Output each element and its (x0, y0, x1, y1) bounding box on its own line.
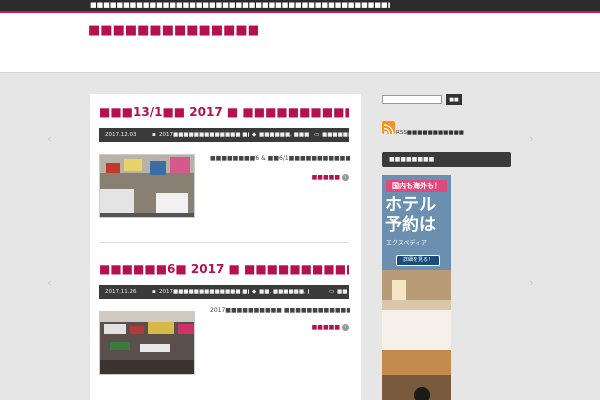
post-meta: 2017.11.26 ▪ 2017■■■■■■■■■■■■■ ■■■■■■■■■… (99, 285, 349, 299)
prev-arrow-icon-2[interactable]: ‹ (47, 276, 52, 290)
read-more-label: ■■■■■ (311, 174, 340, 181)
post-category[interactable]: 2017■■■■■■■■■■■■■ ■■■■■■■■■■■■ (159, 285, 249, 299)
arrow-right-icon: › (342, 174, 349, 181)
rss-icon[interactable] (382, 121, 395, 135)
top-bar: ■■■■■■■■■■■■■■■■■■■■■■■■■■■■■■■■■■■■■■■■… (0, 0, 600, 13)
read-more-link[interactable]: ■■■■■ › (312, 174, 349, 181)
post-tags[interactable]: ■■■■■■, ■■■■■■ (259, 128, 309, 142)
read-more-label: ■■■■■ (311, 324, 340, 331)
ad-button[interactable]: 詳細を見る！ (396, 255, 440, 266)
tag-icon: ◆ (252, 289, 257, 295)
street-photo (100, 312, 194, 374)
tag-icon: ◆ (252, 132, 257, 138)
site-title[interactable]: ■■■■■■■■■■■■■■■■■■■■■■■■■■■ (88, 23, 258, 38)
post-comments[interactable]: ■■■■■■■■ (322, 128, 349, 142)
search-input[interactable] (382, 95, 442, 104)
post-tags[interactable]: ■■, ■■■■■■, ■■■■■■■ (259, 285, 309, 299)
next-arrow-icon-2[interactable]: › (529, 276, 534, 290)
next-arrow-icon[interactable]: › (529, 132, 534, 146)
prev-arrow-icon[interactable]: ‹ (47, 132, 52, 146)
rss-link[interactable]: RSS■■■■■■■■■■■ (396, 130, 466, 136)
search-button[interactable]: ■■ (446, 94, 462, 105)
category-icon: ▪ (152, 132, 156, 138)
header: ■■■■■■■■■■■■■■■■■■■■■■■■■■■ (0, 13, 600, 73)
ad-tag: 国内も海外も！ (386, 180, 447, 192)
post-thumbnail[interactable] (99, 311, 195, 375)
read-more-link[interactable]: ■■■■■ › (312, 324, 349, 331)
post-category[interactable]: 2017■■■■■■■■■■■■■ ■■■■■■■■■■■■ (159, 128, 249, 142)
post-thumbnail[interactable] (99, 154, 195, 218)
rss-glyph (383, 124, 394, 135)
post-date: 2017.12.03 (105, 132, 137, 138)
arrow-right-icon: › (342, 324, 349, 331)
ad-banner[interactable]: 国内も海外も！ ホテル予約は エクスペディア 詳細を見る！ (382, 175, 451, 400)
ad-headline: ホテル予約は (385, 195, 436, 235)
comment-icon: ▭ (314, 132, 320, 138)
post-meta: 2017.12.03 ▪ 2017■■■■■■■■■■■■■ ■■■■■■■■■… (99, 128, 349, 142)
post-divider (99, 242, 349, 243)
widget-title: ■■■■■■■■ (382, 152, 511, 167)
post-excerpt: 2017■■■■■■■■■■ ■■■■■■■■■■■■■ (210, 307, 350, 314)
post-comments[interactable]: ■■ (337, 285, 351, 299)
category-icon: ▪ (152, 289, 156, 295)
site-description: ■■■■■■■■■■■■■■■■■■■■■■■■■■■■■■■■■■■■■■■■… (90, 1, 390, 9)
main-content: ■■■13/1■■ 2017 ■ ■■■■■■■■■■■■■ 1■■(4) 20… (90, 94, 361, 400)
post-date: 2017.11.26 (105, 289, 137, 295)
ad-sub: エクスペディア (386, 240, 427, 247)
comment-icon: ▭ (329, 289, 335, 295)
hotel-room-image (382, 270, 451, 400)
post-excerpt: ■■■■■■■■6 & ■■6/1■■■■■■■■■■■■■■■■■■ ■■13… (210, 155, 350, 162)
street-photo (100, 155, 194, 217)
post-title[interactable]: ■■■■■■6■ 2017 ■ ■■■■■■■■■■■■■ 1■■(3) (99, 262, 349, 276)
post-title[interactable]: ■■■13/1■■ 2017 ■ ■■■■■■■■■■■■■ 1■■(4) (99, 105, 349, 119)
